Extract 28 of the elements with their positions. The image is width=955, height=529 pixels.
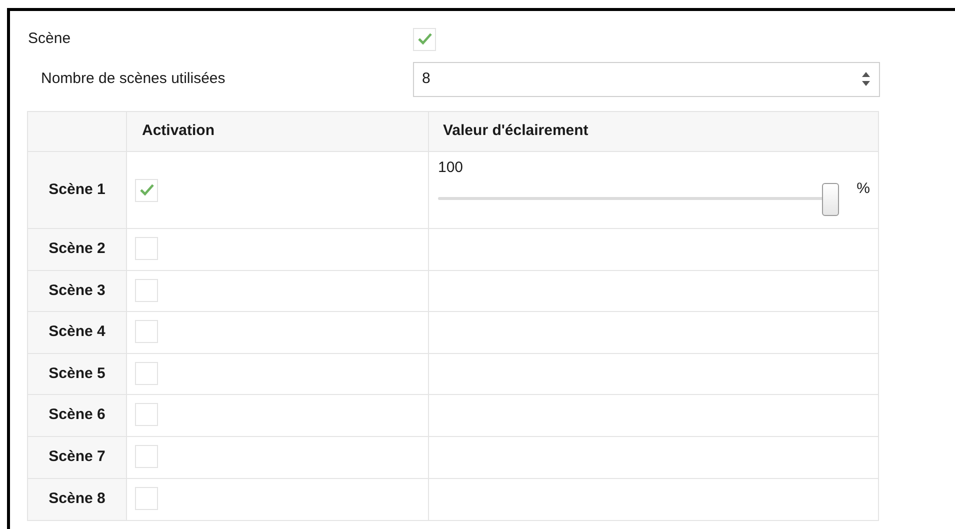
scene-count-spinbox[interactable]: 8 [413, 62, 880, 96]
checkmark-icon [140, 184, 154, 196]
scene-count-label: Nombre de scènes utilisées [40, 68, 226, 89]
checkbox[interactable] [135, 444, 158, 468]
checkmark-icon [418, 33, 432, 45]
checkbox[interactable] [135, 278, 158, 302]
percent-unit: % [856, 179, 870, 199]
checkbox[interactable] [135, 403, 158, 426]
column-header: Activation [127, 112, 429, 151]
row-header: Scène 6 [28, 395, 127, 436]
row-header: Scène 7 [28, 436, 127, 478]
row-header: Scène 3 [28, 270, 127, 312]
column-header: Valeur d'éclairement [442, 121, 590, 142]
row-header: Scène 4 [28, 312, 127, 353]
checkbox[interactable] [413, 28, 436, 50]
scene-label: Scène [27, 28, 72, 49]
slider-thumb[interactable] [822, 183, 839, 216]
checkbox[interactable] [135, 486, 158, 510]
checkbox[interactable] [135, 320, 158, 344]
row-header: Scène 1 [28, 152, 127, 228]
checkbox[interactable] [135, 362, 158, 385]
row-header: Scène 2 [28, 229, 127, 270]
row-header: Scène 8 [28, 478, 127, 520]
row-header: Scène 5 [28, 354, 127, 394]
checkbox[interactable] [135, 237, 158, 260]
checkbox[interactable] [135, 178, 158, 202]
slider[interactable] [438, 183, 839, 216]
slider-value: 100 [438, 158, 464, 178]
